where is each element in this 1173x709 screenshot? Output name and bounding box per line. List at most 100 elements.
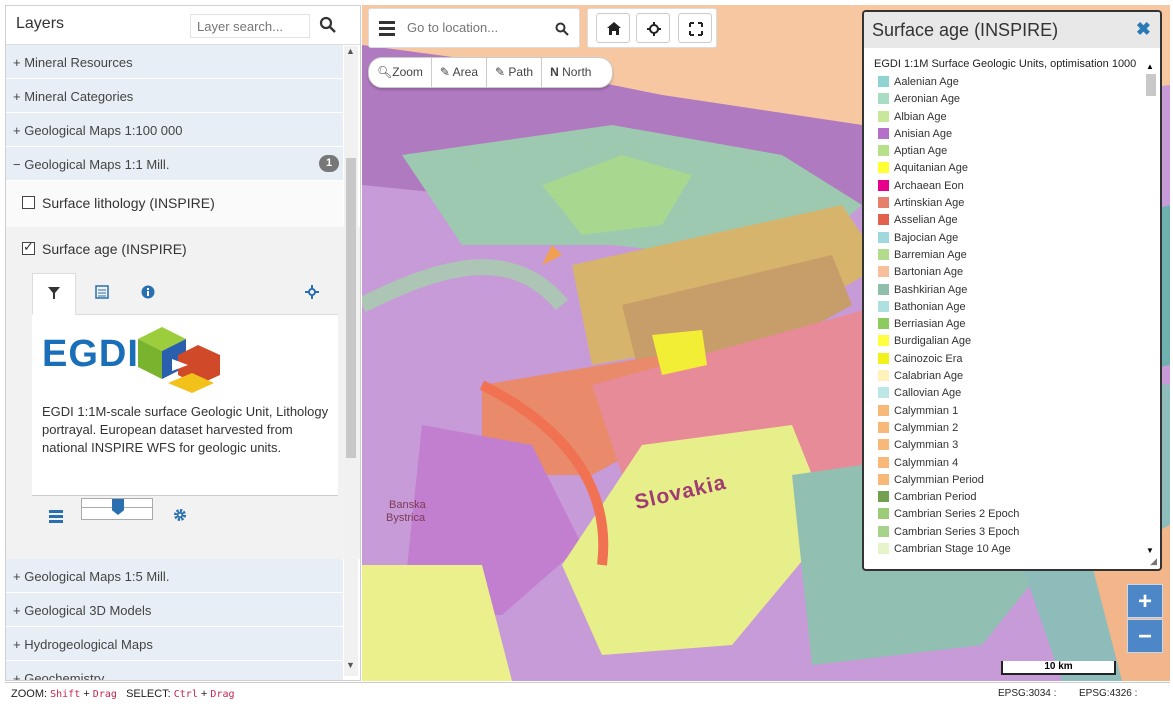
legend-label: Barremian Age (894, 248, 967, 261)
path-measure-button[interactable]: ✎ Path (487, 58, 543, 87)
search-icon[interactable] (555, 22, 569, 36)
category-geo-maps-5m[interactable]: + Geological Maps 1:5 Mill. (6, 559, 343, 593)
legend-label: Bashkirian Age (894, 283, 968, 296)
legend-label: Aquitanian Age (894, 162, 969, 175)
legend-swatch (878, 283, 889, 295)
category-geo-maps-100k[interactable]: + Geological Maps 1:100 000 (6, 113, 343, 147)
layer-info-panel: EGDI EGDI 1:1M-scale surface Geologic Un… (32, 315, 338, 495)
category-label: − Geological Maps 1:1 Mill. (13, 157, 170, 172)
legend-label: Cambrian Stage 10 Age (894, 543, 1011, 556)
legend-swatch (878, 525, 889, 537)
legend-item: Calymmian 1 (876, 403, 1146, 420)
zoom-to-layer-button[interactable] (290, 273, 334, 315)
layer-checkbox[interactable] (22, 239, 35, 255)
scroll-up-icon[interactable]: ▲ (1146, 62, 1154, 71)
count-badge: 1 (319, 155, 339, 172)
area-measure-button[interactable]: ✎ Area (432, 58, 488, 87)
legend-panel: Surface age (INSPIRE) ✖ EGDI 1:1M Surfac… (862, 10, 1162, 571)
layers-stack-icon[interactable] (48, 508, 64, 524)
legend-label: Aeronian Age (894, 93, 961, 106)
legend-item: Albian Age (876, 109, 1146, 126)
locate-button[interactable] (636, 13, 670, 43)
layer-item-surface-lithology: Surface lithology (INSPIRE) (6, 181, 343, 227)
legend-swatch (878, 439, 889, 451)
legend-header: Surface age (INSPIRE) ✖ (864, 12, 1160, 48)
layer-tabs (32, 273, 338, 315)
legend-item: Cambrian Stage 10 Age (876, 541, 1146, 558)
north-button[interactable]: N North (542, 58, 599, 87)
category-mineral-categories[interactable]: + Mineral Categories (6, 79, 343, 113)
measure-toolbar: 🔍︎Zoom ✎ Area ✎ Path N North (368, 57, 613, 88)
zoom-out-button[interactable]: − (1127, 619, 1163, 653)
info-icon (141, 285, 155, 299)
legend-item: Cambrian Series 3 Epoch (876, 524, 1146, 541)
layer-search-input[interactable] (190, 14, 310, 38)
legend-swatch (878, 421, 889, 433)
legend-item: Aeronian Age (876, 91, 1146, 108)
opacity-slider[interactable] (81, 498, 153, 520)
legend-swatch (878, 76, 889, 87)
scroll-down-icon[interactable]: ▼ (346, 660, 355, 670)
category-mineral-resources[interactable]: + Mineral Resources (6, 45, 343, 79)
tab-table[interactable] (80, 273, 124, 315)
home-button[interactable] (596, 13, 630, 43)
magnifier-icon: 🔍︎ (377, 65, 393, 79)
legend-swatch (878, 404, 889, 416)
zoom-in-button[interactable]: + (1127, 584, 1163, 618)
location-input[interactable] (407, 20, 547, 35)
category-hydrogeological-maps[interactable]: + Hydrogeological Maps (6, 627, 343, 661)
table-icon (95, 285, 109, 299)
scroll-up-icon[interactable]: ▲ (346, 46, 355, 56)
legend-item: Artinskian Age (876, 195, 1146, 212)
resize-handle-icon[interactable]: ◢ (1150, 556, 1157, 567)
legend-label: Callovian Age (894, 387, 962, 400)
legend-scrollbar[interactable]: ▲ ▼ (1146, 62, 1156, 558)
legend-subtitle: EGDI 1:1M Surface Geologic Units, optimi… (874, 58, 1137, 70)
search-icon[interactable] (319, 16, 337, 34)
pencil-icon: ✎ (439, 65, 450, 79)
legend-label: Bathonian Age (894, 300, 966, 313)
map-label-city-2: Bystrica (386, 512, 426, 524)
legend-list: Aalenian Age Aeronian Age Albian Age Anisia… (876, 74, 1146, 558)
epsg-4326-readout: EPSG:4326 : (1079, 688, 1138, 699)
legend-label: Calabrian Age (894, 370, 964, 383)
legend-swatch (878, 508, 889, 520)
legend-swatch (878, 214, 889, 226)
legend-swatch (878, 456, 889, 468)
legend-label: Cainozoic Era (894, 352, 963, 365)
legend-swatch (878, 352, 889, 364)
layer-label: Surface age (INSPIRE) (42, 241, 187, 257)
legend-label: Cambrian Period (894, 491, 977, 504)
egdi-logo-text: EGDI (42, 333, 139, 375)
layer-checkbox[interactable] (22, 196, 35, 209)
category-geochemistry[interactable]: + Geochemistry (6, 661, 343, 680)
home-icon (607, 22, 621, 35)
scrollbar-thumb[interactable] (1146, 74, 1156, 96)
legend-label: Calymmian 2 (894, 421, 959, 434)
tab-filter[interactable] (32, 273, 76, 315)
legend-item: Bajocian Age (876, 230, 1146, 247)
opacity-slider-handle[interactable] (112, 499, 124, 515)
scrollbar-thumb[interactable] (346, 158, 356, 458)
legend-swatch (878, 335, 889, 347)
legend-item: Bathonian Age (876, 299, 1146, 316)
category-geo-maps-1m[interactable]: − Geological Maps 1:1 Mill. 1 (6, 147, 343, 181)
zoom-measure-button[interactable]: 🔍︎Zoom (369, 58, 432, 87)
status-bar: ZOOM: Shift + Drag SELECT: Ctrl + Drag E… (5, 682, 1170, 706)
tab-info[interactable] (126, 273, 170, 315)
gear-icon[interactable] (173, 508, 187, 522)
category-geo-3d-models[interactable]: + Geological 3D Models (6, 593, 343, 627)
scroll-down-icon[interactable]: ▼ (1146, 546, 1154, 555)
layers-scrollbar[interactable]: ▲ ▼ (344, 46, 358, 676)
legend-swatch (878, 162, 889, 174)
legend-item: Barremian Age (876, 247, 1146, 264)
fullscreen-button[interactable] (678, 13, 712, 43)
legend-swatch (878, 266, 889, 278)
close-icon[interactable]: ✖ (1136, 19, 1151, 40)
filter-icon (48, 287, 60, 299)
fullscreen-icon (689, 22, 703, 36)
legend-label: Cambrian Series 3 Epoch (894, 525, 1020, 538)
menu-icon[interactable] (379, 21, 395, 37)
legend-item: Archaean Eon (876, 178, 1146, 195)
legend-item: Aquitanian Age (876, 160, 1146, 177)
